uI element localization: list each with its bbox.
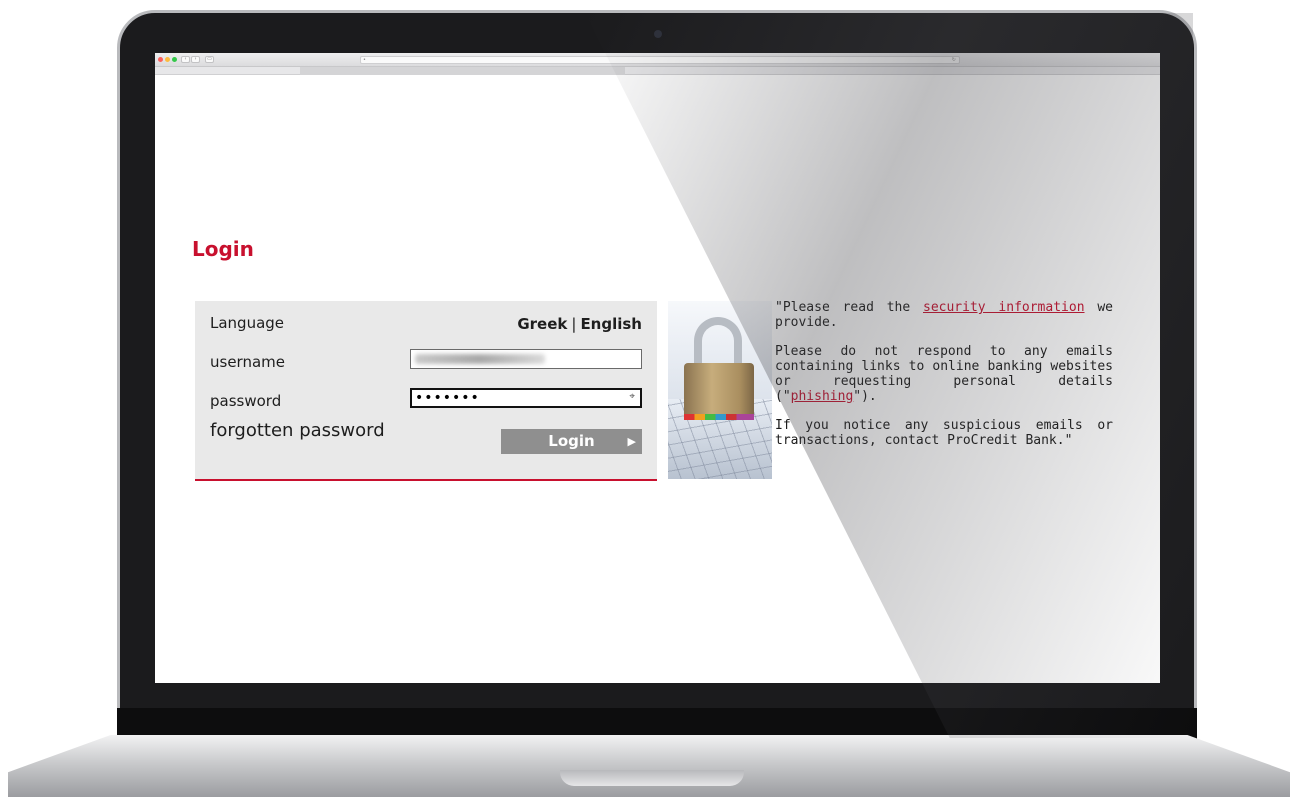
laptop-notch (560, 770, 744, 786)
zoom-window-button[interactable] (172, 57, 177, 62)
password-value: ••••••• (415, 390, 480, 406)
security-notice-paragraph-2: Please do not respond to any emails cont… (775, 344, 1113, 404)
minimize-window-button[interactable] (165, 57, 170, 62)
tab-bar (155, 67, 1160, 75)
lock-icon: • (363, 57, 366, 63)
language-label: Language (210, 314, 285, 332)
forgotten-password-link[interactable]: forgotten password (210, 420, 385, 441)
laptop-screen: ‹ › ▭ • ↻ ⇧❐⚙ Login Language Greek|Engli… (155, 53, 1160, 683)
page-title: Login (192, 237, 254, 261)
laptop-camera (654, 30, 662, 38)
password-label: password (210, 392, 282, 410)
language-option-greek[interactable]: Greek (517, 315, 567, 333)
padlock-image (668, 301, 772, 479)
key-icon[interactable]: ⌖ (629, 391, 635, 402)
browser-toolbar: ‹ › ▭ • ↻ ⇧❐⚙ (155, 53, 1160, 74)
laptop-base (8, 735, 1290, 797)
padlock-body (684, 363, 754, 419)
chevron-right-icon: ▶ (627, 435, 636, 448)
phishing-link[interactable]: phishing (791, 389, 854, 404)
security-information-link[interactable]: security information (923, 300, 1085, 315)
padlock-color-band (684, 414, 754, 420)
security-notice-paragraph-1: "Please read the security information we… (775, 300, 1113, 330)
active-tab[interactable] (300, 67, 625, 75)
forward-icon[interactable]: › (191, 56, 200, 63)
username-value-blurred (415, 354, 545, 364)
login-button-label: Login (548, 432, 595, 450)
username-label: username (210, 353, 285, 371)
login-panel: Language Greek | English username password… (195, 301, 657, 481)
username-input[interactable] (410, 349, 642, 369)
language-switch: Greek | English (517, 315, 642, 333)
sidebar-icon[interactable]: ▭ (205, 56, 214, 63)
language-separator: | (571, 315, 577, 333)
password-input[interactable]: ••••••• ⌖ (410, 388, 642, 408)
login-button[interactable]: Login ▶ (501, 429, 642, 454)
security-notice: "Please read the security information we… (775, 300, 1113, 462)
address-bar[interactable]: • ↻ (360, 56, 960, 64)
notice-text: "Please read the (775, 300, 923, 315)
close-window-button[interactable] (158, 57, 163, 62)
reload-icon[interactable]: ↻ (952, 57, 956, 63)
back-icon[interactable]: ‹ (181, 56, 190, 63)
security-notice-paragraph-3: If you notice any suspicious emails or t… (775, 418, 1113, 448)
notice-text: "). (853, 389, 877, 404)
language-option-english[interactable]: English (580, 315, 642, 333)
